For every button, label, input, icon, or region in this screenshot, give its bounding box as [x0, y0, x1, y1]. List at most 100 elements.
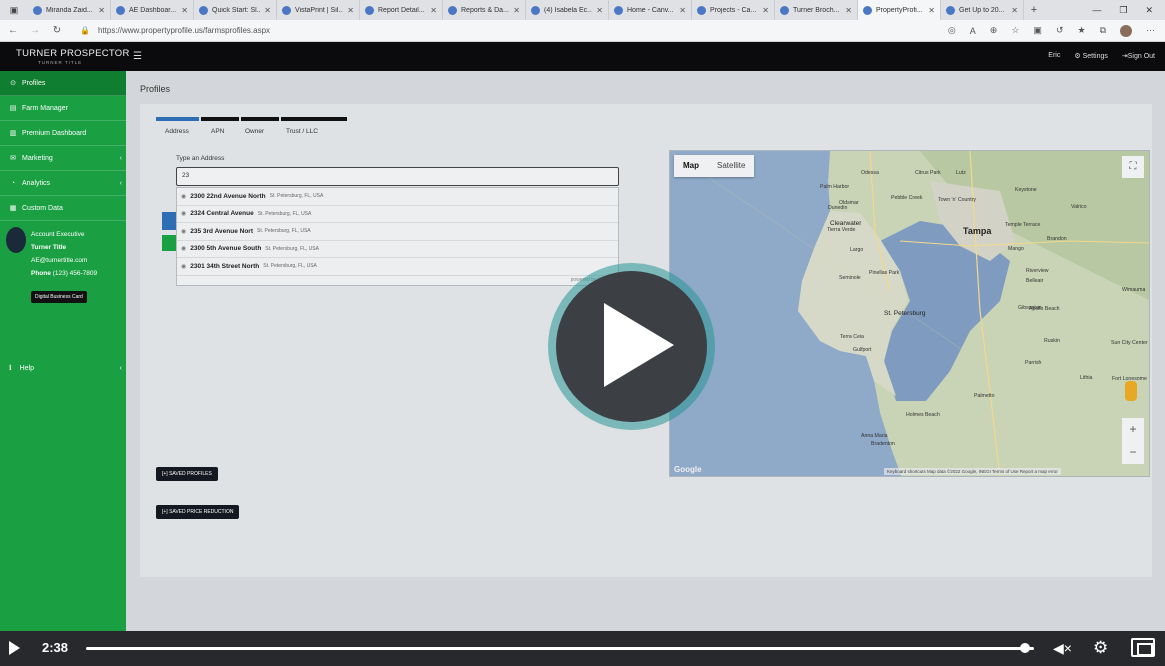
- map-type-satellite[interactable]: Satellite: [708, 155, 754, 177]
- sidebar-item-custom-data[interactable]: ▦ Custom Data: [0, 196, 126, 221]
- browser-tab[interactable]: Get Up to 20... ✕: [941, 0, 1024, 20]
- suggestion-item[interactable]: ◉ 2300 22nd Avenue North St. Petersburg, F…: [177, 188, 618, 206]
- new-tab-button[interactable]: +: [1024, 4, 1044, 16]
- tab-owner[interactable]: Owner: [245, 128, 286, 135]
- suggestion-sub: St. Petersburg, FL, USA: [256, 228, 311, 235]
- map[interactable]: Tampa Clearwater St. Petersburg Odessa Citru…: [669, 150, 1150, 477]
- user-name[interactable]: Eric: [1048, 52, 1060, 60]
- settings-link[interactable]: ⚙ Settings: [1074, 52, 1108, 60]
- browser-tab[interactable]: AE Dashboar... ✕: [111, 0, 194, 20]
- app-logo[interactable]: TURNER PROSPECTOR: [16, 48, 130, 59]
- forward-icon[interactable]: →: [26, 25, 44, 36]
- add-button[interactable]: [162, 235, 176, 251]
- browser-tab[interactable]: Turner Broch... ✕: [775, 0, 858, 20]
- favorites-icon[interactable]: ★: [1077, 25, 1085, 36]
- map-fullscreen-icon[interactable]: ⛶: [1122, 156, 1144, 178]
- collections-icon[interactable]: ⧉: [1100, 25, 1106, 36]
- browser-tab[interactable]: (4) Isabela Ec... ✕: [526, 0, 609, 20]
- refresh-ext-icon[interactable]: ↺: [1056, 25, 1064, 36]
- video-progress-knob[interactable]: [1019, 643, 1030, 653]
- map-city-label: Tampa: [963, 226, 992, 236]
- back-icon[interactable]: ←: [4, 25, 22, 36]
- suggestion-sub: St. Petersburg, FL, USA: [265, 245, 319, 252]
- browser-tab[interactable]: Reports & Da... ✕: [443, 0, 526, 20]
- zoom-icon[interactable]: ⊕: [990, 25, 998, 36]
- tab-title: Home - Canv...: [627, 6, 674, 14]
- tab-apn[interactable]: APN: [211, 128, 245, 135]
- browser-tab[interactable]: Report Detail... ✕: [360, 0, 443, 20]
- analytics-icon: ◔: [10, 179, 16, 187]
- sidebar-item-farm-manager[interactable]: ▤ Farm Manager: [0, 96, 126, 121]
- tab-close-icon[interactable]: ✕: [347, 6, 354, 15]
- browser-tab[interactable]: Miranda Zaid... ✕: [28, 0, 111, 20]
- url-text[interactable]: https://www.propertyprofile.us/farmsprof…: [98, 26, 270, 35]
- map-attribution[interactable]: Keyboard shortcuts Map data ©2022 Google…: [884, 468, 1061, 475]
- profile-avatar[interactable]: [1120, 24, 1132, 37]
- sidebar-item-analytics[interactable]: ◔ Analytics ‹: [0, 171, 126, 196]
- minimize-icon[interactable]: —: [1092, 5, 1101, 15]
- account-name: Turner Title: [31, 244, 67, 251]
- browser-tab[interactable]: PropertyProfi... ✕: [858, 0, 941, 20]
- tab-close-icon[interactable]: ✕: [98, 6, 105, 15]
- restore-icon[interactable]: ❐: [1119, 5, 1127, 16]
- saved-price-reduction-button[interactable]: [+] SAVED PRICE REDUCTION: [156, 505, 240, 519]
- tab-close-icon[interactable]: ✕: [762, 6, 769, 15]
- video-fullscreen-icon[interactable]: [1131, 638, 1155, 657]
- map-city-label: Valrico: [1071, 204, 1087, 210]
- sidebar-item-help[interactable]: ℹ Help ‹: [0, 361, 126, 375]
- tab-actions-icon[interactable]: ▣: [0, 5, 28, 16]
- tab-close-icon[interactable]: ✕: [513, 6, 520, 15]
- volume-muted-icon[interactable]: ◀×: [1053, 640, 1072, 657]
- map-city-label: Sun City Center: [1111, 340, 1148, 346]
- browser-tab[interactable]: Home - Canv... ✕: [609, 0, 692, 20]
- google-logo: Google: [674, 465, 702, 474]
- tab-close-icon[interactable]: ✕: [679, 6, 686, 15]
- browser-tab[interactable]: VistaPrint | Sil... ✕: [277, 0, 360, 20]
- saved-profiles-button[interactable]: [+] SAVED PROFILES: [156, 467, 218, 481]
- tab-close-icon[interactable]: ✕: [928, 6, 935, 15]
- extension-icon[interactable]: ▣: [1033, 25, 1042, 36]
- video-settings-icon[interactable]: ⚙: [1093, 638, 1108, 658]
- lock-icon[interactable]: 🔒: [80, 26, 90, 35]
- video-progress-bar[interactable]: [86, 647, 1034, 650]
- suggestion-item[interactable]: ◉ 2300 5th Avenue South St. Petersburg, FL…: [177, 241, 618, 258]
- sidebar-item-profiles[interactable]: ⊙ Profiles: [0, 71, 126, 96]
- favorite-icon[interactable]: ☆: [1011, 25, 1019, 36]
- tab-indicator-trust: [281, 117, 347, 121]
- zoom-out-icon[interactable]: −: [1122, 441, 1144, 464]
- tab-close-icon[interactable]: ✕: [1011, 6, 1018, 15]
- digital-business-card-button[interactable]: Digital Business Card: [31, 291, 87, 303]
- tab-close-icon[interactable]: ✕: [596, 6, 603, 15]
- browser-tab[interactable]: Quick Start: Sl... ✕: [194, 0, 277, 20]
- map-type-map[interactable]: Map: [674, 155, 708, 177]
- suggestion-item[interactable]: ◉ 2324 Central Avenue St. Petersburg, FL, …: [177, 206, 618, 223]
- tab-close-icon[interactable]: ✕: [845, 6, 852, 15]
- search-button[interactable]: [162, 212, 176, 230]
- tab-close-icon[interactable]: ✕: [264, 6, 271, 15]
- map-city-label: Palm Harbor: [820, 184, 850, 190]
- sidebar-item-marketing[interactable]: ✉ Marketing ‹: [0, 146, 126, 171]
- close-window-icon[interactable]: ✕: [1145, 5, 1153, 16]
- menu-toggle-icon[interactable]: ☰: [133, 51, 142, 62]
- tab-close-icon[interactable]: ✕: [181, 6, 188, 15]
- suggestion-item[interactable]: ◉ 2301 34th Street North St. Petersburg, F…: [177, 258, 618, 276]
- more-icon[interactable]: ⋯: [1146, 25, 1155, 36]
- zoom-in-icon[interactable]: +: [1122, 418, 1144, 441]
- address-input[interactable]: 23: [176, 167, 619, 186]
- tab-trust-llc[interactable]: Trust / LLC: [286, 128, 318, 135]
- tab-close-icon[interactable]: ✕: [430, 6, 437, 15]
- browser-tab[interactable]: Projects - Ca... ✕: [692, 0, 775, 20]
- tab-address[interactable]: Address: [165, 128, 211, 135]
- signout-link[interactable]: ⇥Sign Out: [1122, 52, 1155, 60]
- sidebar-item-premium-dashboard[interactable]: ▥ Premium Dashboard: [0, 121, 126, 146]
- read-aloud-icon[interactable]: A: [970, 26, 976, 36]
- refresh-icon[interactable]: ↻: [48, 25, 66, 36]
- suggestion-item[interactable]: ◉ 235 3rd Avenue Nort St. Petersburg, FL, …: [177, 223, 618, 241]
- app-header: TURNER PROSPECTOR TURNER TITLE ☰ Eric ⚙ …: [0, 42, 1165, 71]
- map-city-label: Brandon: [1047, 236, 1067, 242]
- account-email[interactable]: AE@turnertitle.com: [31, 254, 97, 267]
- video-play-icon[interactable]: [9, 641, 20, 655]
- pegman-icon[interactable]: [1125, 381, 1137, 401]
- location-icon[interactable]: ◎: [948, 25, 956, 36]
- map-city-label: Temple Terrace: [1005, 222, 1041, 228]
